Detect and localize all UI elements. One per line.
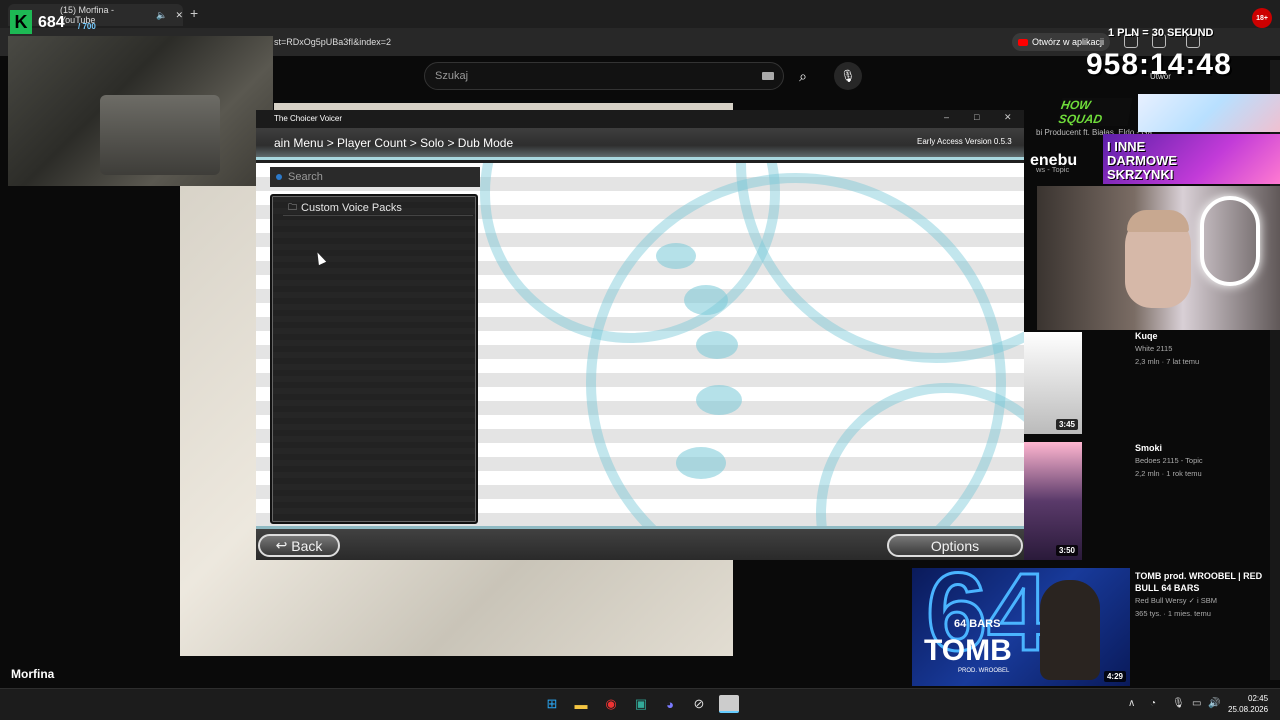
- obs-icon[interactable]: ⊘: [690, 695, 708, 713]
- thumb-64bars-text: 64 BARS: [954, 618, 1001, 630]
- video-thumbnail[interactable]: 3:45: [1024, 332, 1082, 434]
- video-title: Smoki: [1135, 443, 1163, 453]
- volume-icon[interactable]: 🔊: [1208, 698, 1220, 709]
- tray-app-icon[interactable]: ◔: [1150, 698, 1156, 709]
- video-meta: 365 tys. · 1 mies. temu: [1135, 609, 1211, 618]
- video-title: TOMB prod. WROOBEL | RED BULL 64 BARS: [1135, 571, 1263, 593]
- video-channel: Bedoes 2115 - Topic: [1135, 456, 1203, 465]
- tab-close-icon[interactable]: ✕: [175, 10, 183, 21]
- back-button[interactable]: ↩ Back: [258, 534, 340, 557]
- search-icon: [276, 174, 282, 180]
- video-meta: 2,2 mln · 1 rok temu: [1135, 469, 1202, 478]
- excel-icon[interactable]: ▣: [632, 695, 650, 713]
- thumb-tomb-text: TOMB: [924, 634, 1012, 667]
- chrome-icon[interactable]: ◉: [602, 695, 620, 713]
- video-title: Kuqe: [1135, 331, 1158, 341]
- game-taskbar-icon[interactable]: [719, 695, 739, 713]
- thumb-prod-text: PROD. WROOBEL: [958, 668, 1010, 674]
- taskbar-clock[interactable]: 02:45 25.08.2026: [1228, 693, 1268, 715]
- video-duration: 3:45: [1055, 419, 1078, 430]
- discord-icon[interactable]: ◕: [661, 695, 679, 713]
- video-channel: White 2115: [1135, 344, 1173, 353]
- decor-dot: [696, 385, 742, 415]
- streamer-hair: [1127, 210, 1189, 232]
- video-thumbnail[interactable]: 3:50: [1024, 442, 1082, 560]
- youtube-logo-icon: [1018, 38, 1028, 46]
- game-titlebar: [256, 110, 1024, 128]
- search-placeholder: Search: [288, 171, 323, 183]
- folder-icon: 🗀: [288, 202, 298, 212]
- promo-text: I INNE DARMOWE SKRZYNKI: [1107, 139, 1178, 182]
- new-tab-icon[interactable]: +: [190, 5, 198, 21]
- list-item[interactable]: 🗀 Custom Voice Packs: [288, 200, 402, 216]
- url-text[interactable]: st=RDxOg5pUBa3fI&index=2: [274, 37, 391, 47]
- network-icon[interactable]: ▭: [1192, 698, 1201, 709]
- list-divider: [283, 215, 473, 216]
- decor-dot: [684, 285, 728, 315]
- options-label: Options: [930, 537, 980, 554]
- version-label: Early Access Version 0.5.3: [917, 137, 1012, 146]
- breadcrumb: ain Menu > Player Count > Solo > Dub Mod…: [274, 136, 514, 150]
- close-icon[interactable]: ✕: [1004, 112, 1012, 123]
- partial-label: Utwór: [1150, 72, 1171, 81]
- tab-mute-icon[interactable]: 🔈: [156, 10, 167, 21]
- sidebar-video-info[interactable]: Smoki Bedoes 2115 - Topic 2,2 mln · 1 ro…: [1135, 442, 1275, 480]
- options-button[interactable]: Options: [887, 534, 1023, 557]
- file-explorer-icon[interactable]: ▬: [572, 695, 590, 713]
- decor-dot: [696, 331, 738, 359]
- voice-pack-list[interactable]: [270, 194, 478, 524]
- sidebar-video-info[interactable]: Kuqe White 2115 2,3 mln · 7 lat temu: [1135, 330, 1275, 368]
- clock-date: 25.08.2026: [1228, 705, 1269, 714]
- video-thumbnail[interactable]: 64 64 BARS TOMB PROD. WROOBEL 4:29: [912, 568, 1130, 686]
- minimize-icon[interactable]: –: [944, 112, 949, 122]
- keyboard-icon[interactable]: [762, 72, 774, 80]
- decor-dot: [656, 243, 696, 269]
- howsquad-logo: HOW SQUAD: [1057, 98, 1133, 126]
- neon-sign: [1200, 196, 1260, 286]
- clock-time: 02:45: [1248, 694, 1269, 703]
- viewer-count: 684: [38, 14, 65, 31]
- viewer-cap: / 700: [78, 22, 96, 31]
- start-icon[interactable]: ⊞: [543, 695, 561, 713]
- tab-title: (15) Morfina - YouTube: [60, 5, 115, 25]
- back-label: Back: [291, 537, 323, 554]
- video-duration: 4:29: [1103, 671, 1126, 682]
- pack-item-label: Custom Voice Packs: [301, 202, 402, 214]
- channel-name[interactable]: Morfina: [11, 667, 54, 681]
- microphone-icon[interactable]: 🎙: [834, 62, 862, 90]
- decor-dot: [676, 447, 726, 479]
- artist-image: [1040, 580, 1100, 680]
- age-badge-icon: 18+: [1252, 8, 1272, 28]
- search-placeholder: Szukaj: [435, 70, 469, 82]
- back-arrow-icon: ↩: [275, 537, 288, 553]
- kick-logo-icon: K: [10, 10, 32, 34]
- timer-rate: 1 PLN = 30 SEKUND: [1108, 27, 1214, 39]
- open-in-app-label: Otwórz w aplikacji: [1032, 37, 1105, 47]
- sponsor-banner: [1138, 94, 1280, 132]
- video-channel: Red Bull Wersy ✓ i SBM: [1135, 596, 1218, 605]
- tray-chevron-icon[interactable]: ∧: [1128, 698, 1135, 709]
- eneba-logo: enebu: [1030, 152, 1078, 169]
- search-icon[interactable]: ⌕: [786, 62, 820, 90]
- youtube-search-input[interactable]: Szukaj: [424, 62, 784, 90]
- video-duration: 3:50: [1055, 545, 1078, 556]
- maximize-icon[interactable]: □: [974, 112, 979, 122]
- tray-mic-icon[interactable]: 🎙: [1172, 698, 1185, 709]
- game-window-title: The Choicer Voicer: [274, 114, 343, 123]
- bed-image: [100, 95, 220, 175]
- pack-search-input[interactable]: Search: [270, 167, 480, 187]
- sidebar-video-info[interactable]: TOMB prod. WROOBEL | RED BULL 64 BARS Re…: [1135, 570, 1275, 620]
- video-meta: 2,3 mln · 7 lat temu: [1135, 357, 1200, 366]
